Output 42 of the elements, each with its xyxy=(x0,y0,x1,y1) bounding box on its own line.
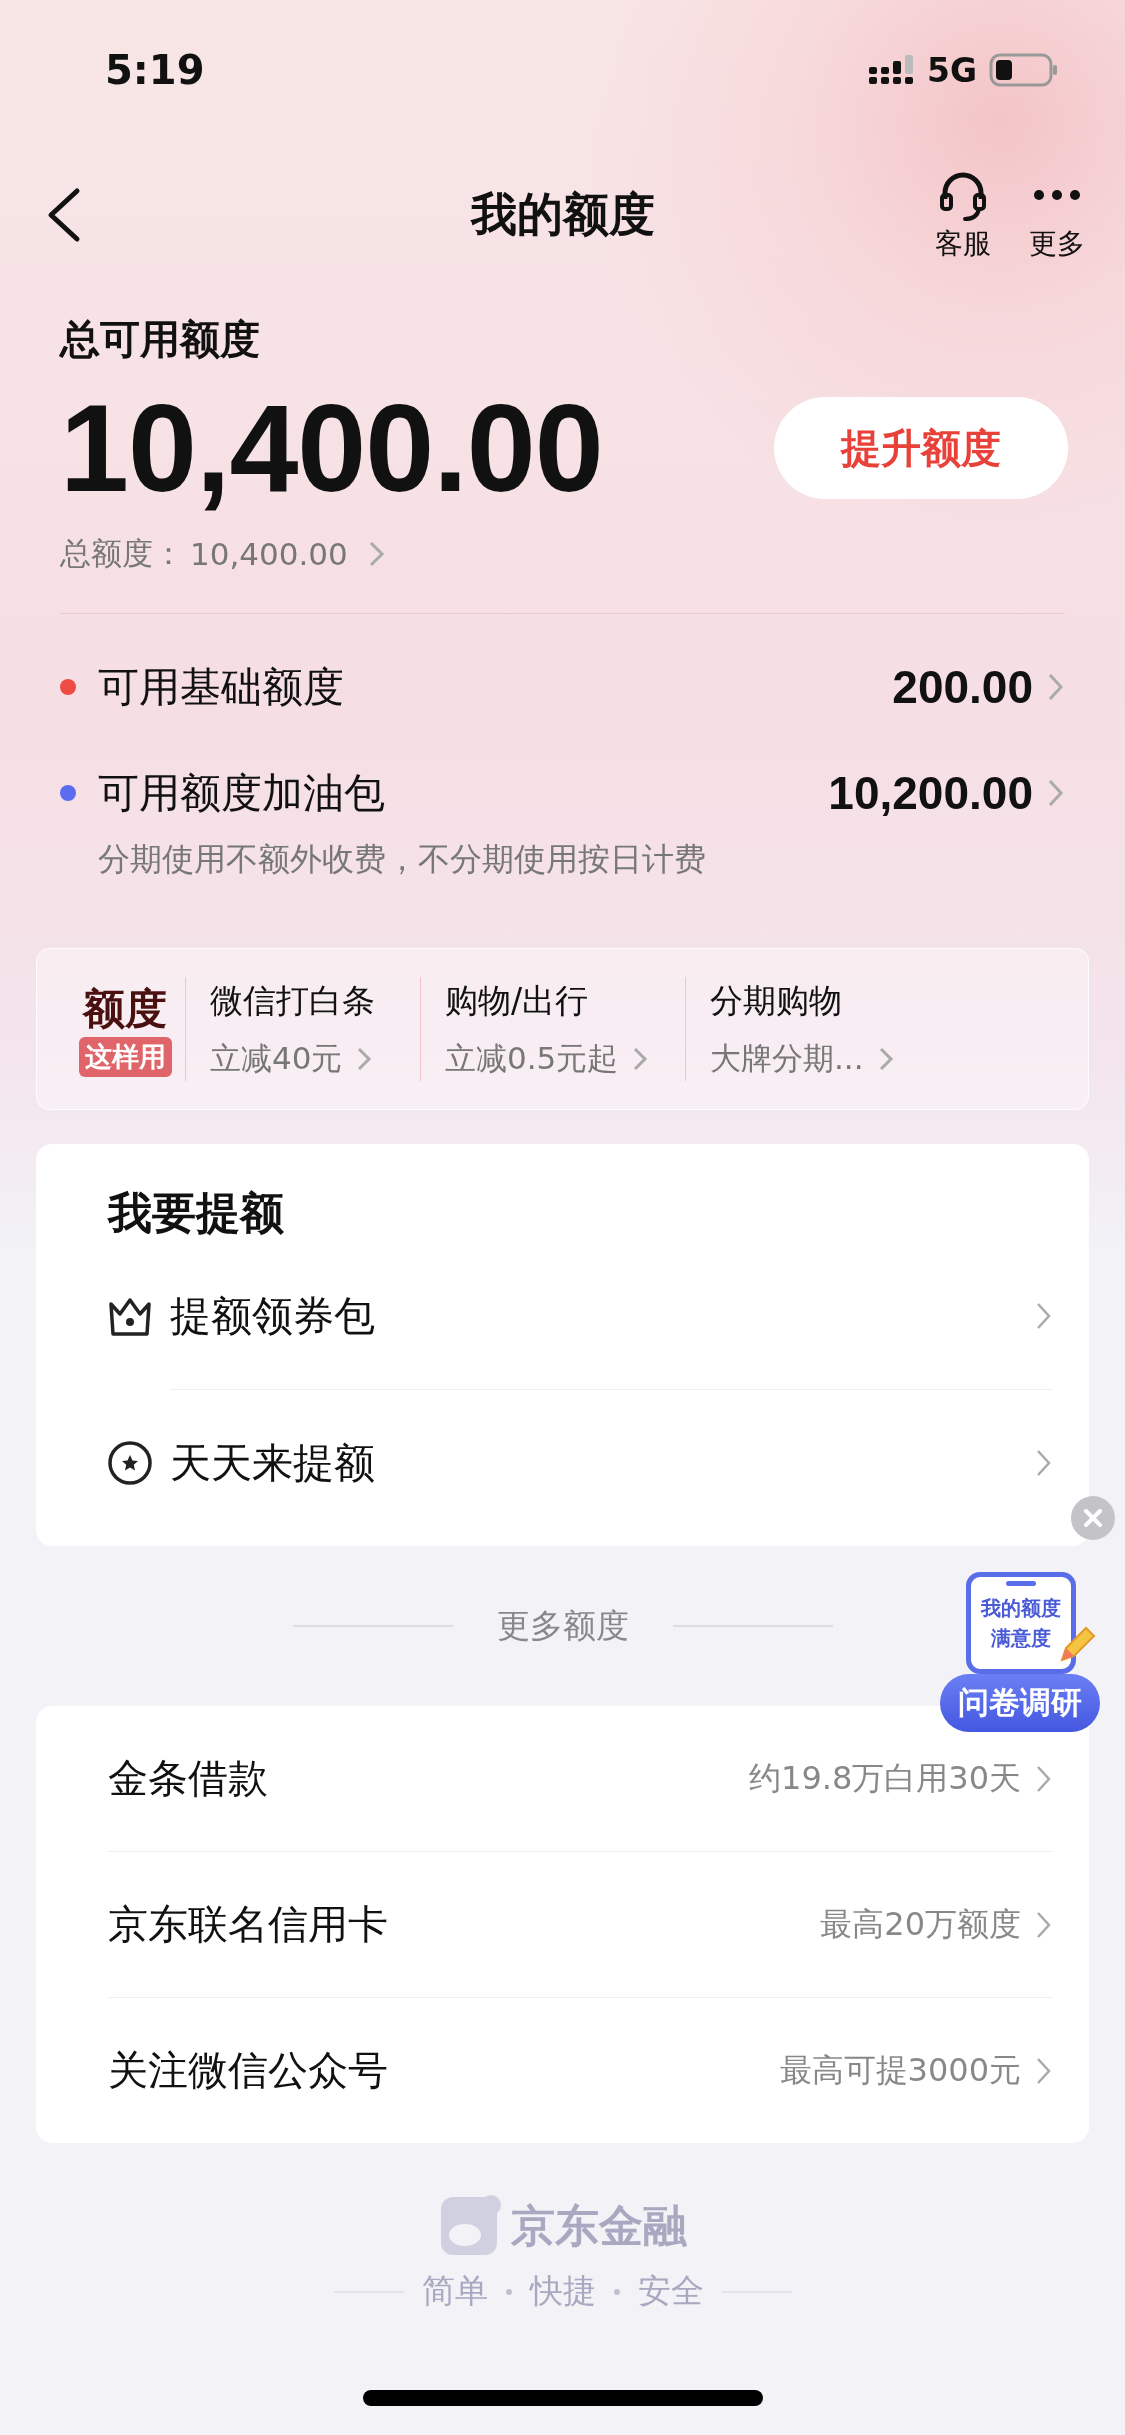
speaker-slot xyxy=(1006,1581,1036,1586)
limit-value: 200.00 xyxy=(892,660,1033,714)
signal-icon xyxy=(868,55,915,85)
chevron-icon xyxy=(1047,777,1065,809)
total-limit-link[interactable]: 总额度： 10,400.00 xyxy=(60,533,386,575)
promo-item[interactable]: 分期购物 大牌分期... xyxy=(685,977,960,1081)
limit-name: 可用基础额度 xyxy=(98,661,344,713)
home-indicator[interactable] xyxy=(363,2390,763,2406)
boost-item[interactable]: 天天来提额 xyxy=(72,1390,1053,1536)
section-divider-label: 更多额度 xyxy=(496,1604,629,1647)
page-title: 我的额度 xyxy=(469,186,656,243)
limit-row[interactable]: 可用基础额度 200.00 xyxy=(60,634,1065,740)
raise-limit-button[interactable]: 提升额度 xyxy=(774,397,1068,499)
status-time: 5:19 xyxy=(105,47,205,93)
section-title: 我要提额 xyxy=(108,1186,285,1240)
boost-item[interactable]: 提额领券包 xyxy=(72,1243,1053,1389)
limit-name: 可用额度加油包 xyxy=(98,767,385,819)
more-limit-item[interactable]: 关注微信公众号 最高可提3000元 xyxy=(108,1998,1053,2143)
more-limit-item[interactable]: 京东联名信用卡 最高20万额度 xyxy=(108,1852,1053,1997)
slogan-word: 快捷 xyxy=(529,2270,596,2312)
promo-item[interactable]: 微信打白条 立减40元 xyxy=(185,977,420,1081)
more-button[interactable]: 更多 xyxy=(1029,167,1085,263)
battery-icon xyxy=(989,53,1059,87)
chevron-icon xyxy=(1047,671,1065,703)
slogan-word: 简单 xyxy=(421,2270,488,2312)
brand-name: 京东金融 xyxy=(510,2198,687,2253)
badge-title: 额度 xyxy=(83,983,167,1035)
badge-tag: 这样用 xyxy=(78,1037,172,1077)
network-label: 5G xyxy=(926,50,977,90)
fee-note: 分期使用不额外收费，不分期使用按日计费 xyxy=(97,839,707,880)
customer-service-button[interactable]: 客服 xyxy=(935,167,991,263)
close-icon xyxy=(1081,1506,1105,1530)
phone-card[interactable]: 我的额度 满意度 xyxy=(966,1572,1076,1674)
survey-text: 满意度 xyxy=(991,1625,1051,1652)
limit-value: 10,200.00 xyxy=(828,766,1033,820)
survey-button[interactable]: 问卷调研 xyxy=(940,1674,1100,1732)
chevron-icon xyxy=(367,539,386,569)
promo-item[interactable]: 购物/出行 立减0.5元起 xyxy=(420,977,685,1081)
survey-text: 我的额度 xyxy=(981,1595,1061,1622)
available-amount: 10,400.00 xyxy=(60,378,603,519)
total-available-label: 总可用额度 xyxy=(60,315,261,364)
slogan-word: 安全 xyxy=(637,2270,704,2312)
